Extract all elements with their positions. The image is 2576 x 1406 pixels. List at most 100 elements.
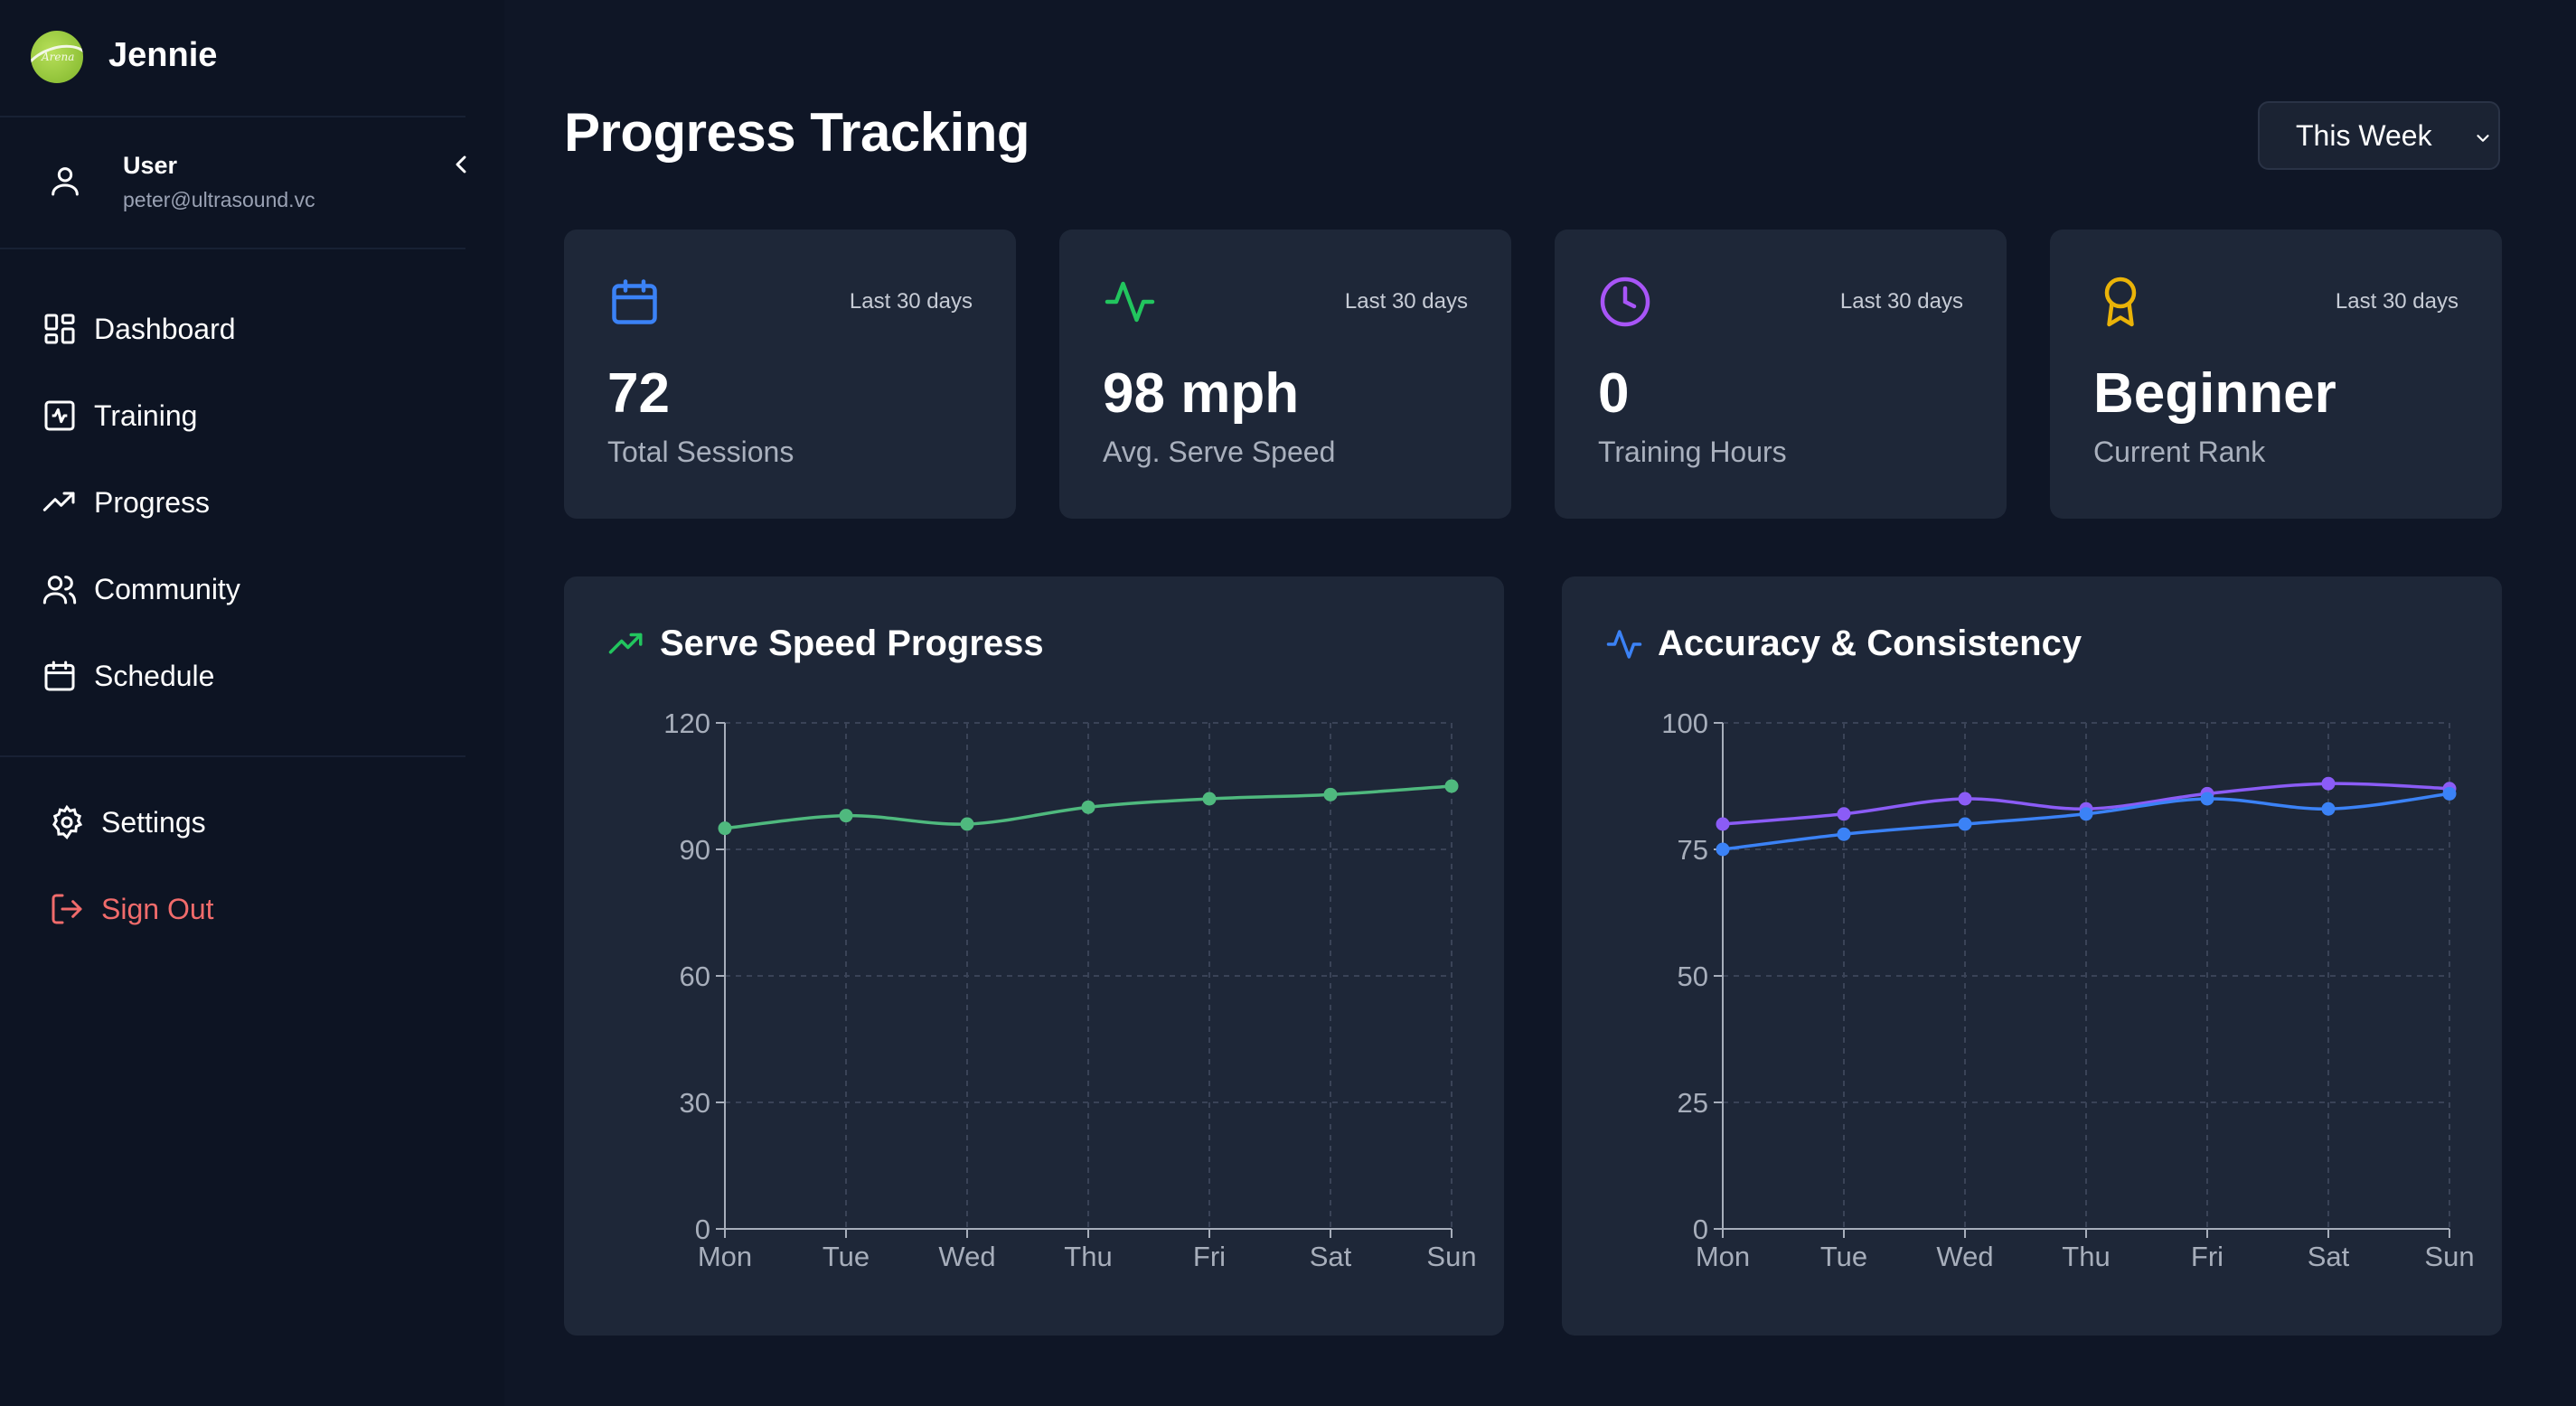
user-name: User xyxy=(123,152,178,179)
stat-value: 72 xyxy=(607,362,670,425)
nav-community[interactable]: Community xyxy=(42,569,240,609)
sign-out-icon xyxy=(52,894,82,924)
x-tick-label: Fri xyxy=(2191,1241,2223,1272)
activity-icon xyxy=(1105,281,1155,323)
y-tick-label: 30 xyxy=(680,1087,710,1119)
data-point xyxy=(1837,827,1851,841)
nav-progress-label: Progress xyxy=(94,485,211,519)
nav-community-label: Community xyxy=(94,572,240,605)
y-tick-label: 60 xyxy=(680,961,710,992)
page-title: Progress Tracking xyxy=(564,102,1030,163)
x-tick-label: Sun xyxy=(1426,1241,1476,1272)
data-point xyxy=(1081,800,1095,814)
nav-dashboard[interactable]: Dashboard xyxy=(42,309,236,349)
x-tick-label: Wed xyxy=(938,1241,995,1272)
data-point xyxy=(2321,801,2336,816)
x-tick-label: Wed xyxy=(1936,1241,1993,1272)
stat-label: Total Sessions xyxy=(607,436,794,468)
period-select[interactable]: This Week xyxy=(2258,101,2500,170)
y-tick-label: 120 xyxy=(663,708,710,739)
stat-card-rank: Last 30 days Beginner Current Rank xyxy=(2050,230,2502,519)
x-tick-label: Thu xyxy=(2062,1241,2110,1272)
stat-period: Last 30 days xyxy=(1839,289,1963,314)
tennis-ball-logo: Arena xyxy=(31,31,83,83)
x-tick-label: Tue xyxy=(1820,1241,1867,1272)
y-tick-label: 25 xyxy=(1678,1087,1708,1119)
data-point xyxy=(1323,787,1338,801)
y-tick-label: 100 xyxy=(1661,708,1708,739)
clock-icon xyxy=(1600,277,1650,327)
logo-text: Arena xyxy=(42,51,75,63)
award-icon xyxy=(2104,277,2137,327)
nav-sign-out-label: Sign Out xyxy=(101,892,214,925)
stat-period: Last 30 days xyxy=(2335,289,2458,314)
stat-card-training-hours: Last 30 days 0 Training Hours xyxy=(1555,230,2007,519)
gear-icon xyxy=(52,804,83,840)
nav-sign-out[interactable]: Sign Out xyxy=(49,889,214,929)
x-tick-label: Mon xyxy=(1696,1241,1750,1272)
activity-square-icon xyxy=(44,400,75,431)
nav-schedule[interactable]: Schedule xyxy=(42,656,214,696)
x-tick-label: Sat xyxy=(2308,1241,2350,1272)
stat-label: Training Hours xyxy=(1598,436,1787,468)
calendar-icon xyxy=(612,279,657,324)
user-icon xyxy=(52,167,79,196)
data-point xyxy=(1958,792,1972,806)
y-tick-label: 75 xyxy=(1678,834,1708,866)
data-point xyxy=(2200,792,2214,806)
data-point xyxy=(1716,817,1730,831)
stat-period: Last 30 days xyxy=(1344,289,1468,314)
trending-up-icon xyxy=(42,492,75,511)
x-tick-label: Tue xyxy=(823,1241,870,1272)
data-point xyxy=(2321,776,2336,791)
y-tick-label: 50 xyxy=(1678,961,1708,992)
serve-speed-panel: Serve Speed Progress 0 30 60 90 120 Mon Tue Wed… xyxy=(564,576,1504,1336)
accuracy-panel: Accuracy & Consistency 0 25 50 75 100 Mon Tue W… xyxy=(1562,576,2502,1336)
accuracy-chart: 0255075100Mon Tue Wed Thu Fri Sat Sun xyxy=(1661,708,2474,1272)
data-point xyxy=(1837,807,1851,821)
period-select-value: This Week xyxy=(2296,118,2432,152)
data-point xyxy=(2079,807,2093,821)
data-point xyxy=(1202,792,1217,806)
nav-schedule-label: Schedule xyxy=(94,659,215,692)
calendar-icon xyxy=(44,661,75,691)
stat-card-serve-speed: Last 30 days 98 mph Avg. Serve Speed xyxy=(1059,230,1511,519)
nav-training-label: Training xyxy=(94,398,198,432)
nav-settings[interactable]: Settings xyxy=(49,802,206,842)
stat-value: Beginner xyxy=(2093,362,2336,425)
stat-period: Last 30 days xyxy=(849,289,973,314)
x-tick-label: Thu xyxy=(1064,1241,1112,1272)
data-point xyxy=(2442,786,2457,801)
divider xyxy=(0,116,465,117)
x-tick-label: Sun xyxy=(2424,1241,2474,1272)
data-point xyxy=(839,809,853,823)
data-point xyxy=(960,817,974,831)
x-tick-label: Fri xyxy=(1193,1241,1226,1272)
sidebar: Arena Jennie User peter@ultrasound.vc Da… xyxy=(0,0,504,1406)
y-tick-label: 90 xyxy=(680,834,710,866)
data-point xyxy=(718,821,732,836)
user-email: peter@ultrasound.vc xyxy=(123,188,315,211)
divider xyxy=(0,755,465,757)
stat-value: 0 xyxy=(1598,362,1630,425)
stat-card-sessions: Last 30 days 72 Total Sessions xyxy=(564,230,1016,519)
nav-settings-label: Settings xyxy=(101,805,206,839)
data-point xyxy=(1958,817,1972,831)
dashboard-icon xyxy=(44,314,75,344)
nav-training[interactable]: Training xyxy=(42,396,197,436)
x-tick-label: Mon xyxy=(698,1241,752,1272)
stat-label: Avg. Serve Speed xyxy=(1103,436,1336,468)
divider xyxy=(0,248,465,249)
serve-speed-chart: 0306090120Mon Tue Wed Thu Fri Sat Sun xyxy=(663,708,1476,1272)
data-point xyxy=(1716,842,1730,857)
chevron-down-icon xyxy=(2477,135,2489,142)
nav-progress[interactable]: Progress xyxy=(42,483,210,522)
stat-label: Current Rank xyxy=(2093,436,2266,468)
brand-name: Jennie xyxy=(108,36,218,74)
stat-value: 98 mph xyxy=(1103,362,1300,425)
data-point xyxy=(1444,779,1459,793)
collapse-sidebar-icon[interactable] xyxy=(447,150,475,179)
nav-dashboard-label: Dashboard xyxy=(94,312,236,345)
x-tick-label: Sat xyxy=(1310,1241,1352,1272)
users-icon xyxy=(42,576,77,605)
